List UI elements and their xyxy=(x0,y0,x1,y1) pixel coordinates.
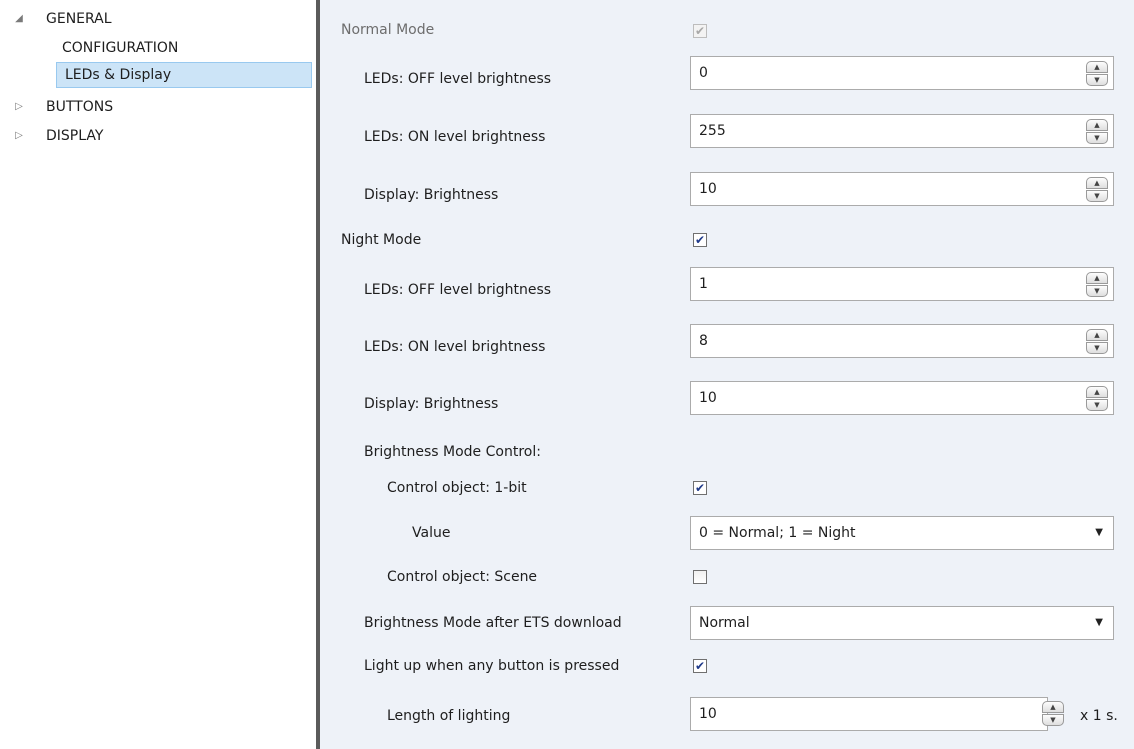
tree-item-label: BUTTONS xyxy=(46,99,114,115)
normal-leds-off-spinbox[interactable]: 0 ▲ ▼ xyxy=(690,56,1114,90)
mode-after-download-label: Brightness Mode after ETS download xyxy=(364,615,622,631)
dropdown-arrow-icon[interactable]: ▼ xyxy=(1095,607,1103,639)
spinbox-value[interactable]: 10 xyxy=(699,382,717,414)
night-leds-off-spinbox[interactable]: 1 ▲ ▼ xyxy=(690,267,1114,301)
spinbox-value[interactable]: 10 xyxy=(699,173,717,205)
expanded-arrow-icon[interactable]: ◢ xyxy=(14,8,24,30)
spinbox-value[interactable]: 0 xyxy=(699,57,708,89)
parameter-tree: ◢ GENERAL CONFIGURATION LEDs & Display ▷… xyxy=(0,0,316,749)
spin-up-icon[interactable]: ▲ xyxy=(1086,61,1108,73)
spinbox-value[interactable]: 1 xyxy=(699,268,708,300)
normal-mode-label: Normal Mode xyxy=(341,22,435,38)
length-lighting-spinbox[interactable]: 10 xyxy=(690,697,1048,731)
spin-down-icon[interactable]: ▼ xyxy=(1086,399,1108,411)
length-lighting-label: Length of lighting xyxy=(387,708,511,724)
tree-item-leds-display[interactable]: LEDs & Display xyxy=(56,62,312,88)
tree-item-general[interactable]: ◢ GENERAL xyxy=(0,8,316,30)
tree-item-label: DISPLAY xyxy=(46,128,104,144)
dropdown-arrow-icon[interactable]: ▼ xyxy=(1095,517,1103,549)
spin-up-icon[interactable]: ▲ xyxy=(1042,701,1064,713)
spinbox-value[interactable]: 255 xyxy=(699,115,726,147)
normal-leds-off-label: LEDs: OFF level brightness xyxy=(364,71,552,87)
spin-down-icon[interactable]: ▼ xyxy=(1086,342,1108,354)
tree-item-label: CONFIGURATION xyxy=(62,40,179,56)
spin-buttons: ▲ ▼ xyxy=(1086,61,1108,87)
normal-leds-on-spinbox[interactable]: 255 ▲ ▼ xyxy=(690,114,1114,148)
night-mode-checkbox[interactable]: ✔ xyxy=(693,233,707,247)
tree-item-configuration[interactable]: CONFIGURATION xyxy=(0,37,316,59)
tree-item-label: LEDs & Display xyxy=(65,67,172,83)
spin-buttons: ▲ ▼ xyxy=(1086,386,1108,412)
control-scene-checkbox[interactable] xyxy=(693,570,707,584)
value-dropdown[interactable]: 0 = Normal; 1 = Night ▼ xyxy=(690,516,1114,550)
night-leds-on-spinbox[interactable]: 8 ▲ ▼ xyxy=(690,324,1114,358)
spin-up-icon[interactable]: ▲ xyxy=(1086,177,1108,189)
spin-buttons: ▲ ▼ xyxy=(1086,329,1108,355)
light-up-checkbox[interactable]: ✔ xyxy=(693,659,707,673)
spin-buttons: ▲ ▼ xyxy=(1086,272,1108,298)
spin-down-icon[interactable]: ▼ xyxy=(1086,190,1108,202)
tree-item-buttons[interactable]: ▷ BUTTONS xyxy=(0,96,316,118)
spinbox-value[interactable]: 8 xyxy=(699,325,708,357)
night-leds-off-label: LEDs: OFF level brightness xyxy=(364,282,552,298)
normal-display-brightness-label: Display: Brightness xyxy=(364,187,499,203)
mode-after-download-dropdown[interactable]: Normal ▼ xyxy=(690,606,1114,640)
spin-up-icon[interactable]: ▲ xyxy=(1086,329,1108,341)
night-display-brightness-label: Display: Brightness xyxy=(364,396,499,412)
control-1bit-checkbox[interactable]: ✔ xyxy=(693,481,707,495)
collapsed-arrow-icon[interactable]: ▷ xyxy=(14,96,24,118)
light-up-label: Light up when any button is pressed xyxy=(364,658,620,674)
night-leds-on-label: LEDs: ON level brightness xyxy=(364,339,546,355)
spin-up-icon[interactable]: ▲ xyxy=(1086,272,1108,284)
normal-mode-checkbox: ✔ xyxy=(693,24,707,38)
normal-leds-on-label: LEDs: ON level brightness xyxy=(364,129,546,145)
spin-down-icon[interactable]: ▼ xyxy=(1086,74,1108,86)
normal-display-brightness-spinbox[interactable]: 10 ▲ ▼ xyxy=(690,172,1114,206)
value-label: Value xyxy=(412,525,451,541)
dropdown-value: 0 = Normal; 1 = Night xyxy=(699,525,856,541)
tree-item-display[interactable]: ▷ DISPLAY xyxy=(0,125,316,147)
brightness-mode-control-label: Brightness Mode Control: xyxy=(364,444,541,460)
night-mode-label: Night Mode xyxy=(341,232,422,248)
spin-down-icon[interactable]: ▼ xyxy=(1086,132,1108,144)
control-scene-label: Control object: Scene xyxy=(387,569,538,585)
spin-up-icon[interactable]: ▲ xyxy=(1086,386,1108,398)
collapsed-arrow-icon[interactable]: ▷ xyxy=(14,125,24,147)
spin-buttons: ▲ ▼ xyxy=(1042,701,1064,727)
spinbox-value[interactable]: 10 xyxy=(699,698,717,730)
spin-buttons: ▲ ▼ xyxy=(1086,177,1108,203)
night-display-brightness-spinbox[interactable]: 10 ▲ ▼ xyxy=(690,381,1114,415)
control-1bit-label: Control object: 1-bit xyxy=(387,480,527,496)
spin-down-icon[interactable]: ▼ xyxy=(1086,285,1108,297)
spin-buttons: ▲ ▼ xyxy=(1086,119,1108,145)
parameter-panel: Normal Mode ✔ LEDs: OFF level brightness… xyxy=(320,0,1134,749)
dropdown-value: Normal xyxy=(699,615,750,631)
spin-down-icon[interactable]: ▼ xyxy=(1042,714,1064,726)
tree-item-label: GENERAL xyxy=(46,11,112,27)
spin-up-icon[interactable]: ▲ xyxy=(1086,119,1108,131)
length-lighting-unit: x 1 s. xyxy=(1080,708,1118,724)
